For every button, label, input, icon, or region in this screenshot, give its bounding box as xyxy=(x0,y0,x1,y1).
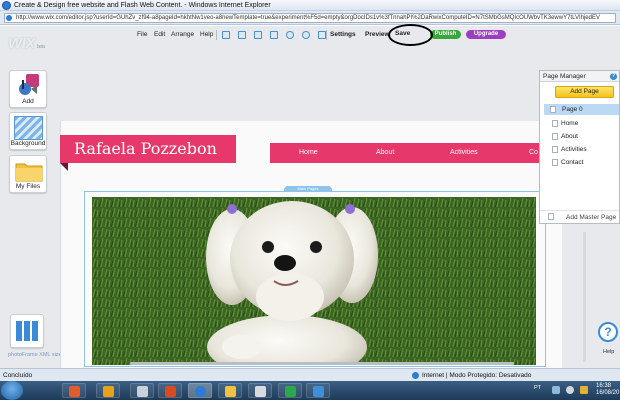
menu-arrange[interactable]: Arrange xyxy=(171,30,194,40)
zoom-in-icon[interactable] xyxy=(286,31,294,39)
site-title[interactable]: Rafaela Pozzebon xyxy=(60,135,236,163)
zoom-out-icon[interactable] xyxy=(302,31,310,39)
taskbar-app[interactable] xyxy=(62,383,86,398)
window-title-bar: Create & Design free website and Flash W… xyxy=(0,0,620,11)
menu-help[interactable]: Help xyxy=(200,30,213,40)
address-bar: http://www.wix.com/editor.jsp?userId=GUh… xyxy=(0,11,620,25)
vertical-scrollbar[interactable] xyxy=(583,232,586,362)
page-icon xyxy=(552,133,558,140)
page-icon xyxy=(552,159,558,166)
settings-button[interactable]: Settings xyxy=(330,30,356,40)
wix-logo: WIX beta xyxy=(8,35,45,52)
page-contact[interactable]: Contact xyxy=(561,158,583,168)
url-input[interactable]: http://www.wix.com/editor.jsp?userId=GUh… xyxy=(4,13,616,23)
app-icon xyxy=(165,386,176,397)
ie-icon xyxy=(195,386,206,397)
taskbar-app[interactable] xyxy=(306,383,330,398)
taskbar-app-ie[interactable] xyxy=(188,383,212,398)
taskbar-app[interactable] xyxy=(158,383,182,398)
horizontal-scrollbar[interactable] xyxy=(130,362,514,365)
toolbar-divider xyxy=(326,30,327,40)
distribute-icon[interactable] xyxy=(238,31,246,39)
network-icon[interactable] xyxy=(552,386,560,394)
publish-button[interactable]: Publish xyxy=(430,30,461,39)
page-icon xyxy=(552,146,558,153)
dog-photo[interactable] xyxy=(92,197,536,365)
page-about[interactable]: About xyxy=(561,132,578,142)
page-0-label[interactable]: Page 0 xyxy=(562,105,583,115)
taskbar-app[interactable] xyxy=(96,383,120,398)
app-icon xyxy=(313,386,324,397)
app-icon xyxy=(69,386,80,397)
system-clock[interactable]: 16:38 16/08/20 xyxy=(596,383,619,397)
background-pattern-icon xyxy=(14,116,43,140)
help-widget-icon[interactable]: ? xyxy=(598,322,618,342)
title-ribbon-fold xyxy=(60,163,68,171)
page-icon xyxy=(550,106,556,113)
app-grid-button[interactable] xyxy=(10,314,44,348)
toolbar-divider xyxy=(216,30,217,40)
site-favicon-icon xyxy=(6,15,12,21)
nav-contact[interactable]: Co xyxy=(529,143,538,163)
page-home[interactable]: Home xyxy=(561,119,578,129)
page-activities[interactable]: Activities xyxy=(561,145,587,155)
dog-photo-image xyxy=(92,197,536,365)
browser-status-bar: Concluído Internet | Modo Protegido: Des… xyxy=(0,368,620,381)
ie-icon xyxy=(2,1,11,10)
tray-app-icon[interactable] xyxy=(580,386,588,394)
folder-icon xyxy=(225,386,236,397)
taskbar-app[interactable] xyxy=(248,383,272,398)
status-text: Concluído xyxy=(3,372,33,379)
nav-home[interactable]: Home xyxy=(299,143,318,163)
page-icon xyxy=(552,120,558,127)
menu-file[interactable]: File xyxy=(137,30,147,40)
my-files-label: My Files xyxy=(15,183,41,190)
help-icon[interactable]: ? xyxy=(610,73,617,80)
volume-icon[interactable] xyxy=(566,386,574,394)
arrange-icon[interactable] xyxy=(270,31,278,39)
taskbar-app[interactable] xyxy=(130,383,154,398)
app-icon xyxy=(255,386,266,397)
window-title: Create & Design free website and Flash W… xyxy=(14,2,271,9)
grid-icon[interactable] xyxy=(318,31,326,39)
clock-date: 16/08/20 xyxy=(596,390,620,396)
page-manager-title: Page Manager xyxy=(540,71,619,82)
start-button[interactable] xyxy=(1,381,23,400)
nav-about[interactable]: About xyxy=(376,143,394,163)
clock-time: 16:38 xyxy=(596,383,612,389)
nav-activities[interactable]: Activities xyxy=(450,143,478,163)
save-highlight-circle xyxy=(388,24,433,46)
background-button[interactable]: Background xyxy=(9,112,47,150)
my-files-button[interactable]: My Files xyxy=(9,155,47,193)
taskbar-app[interactable] xyxy=(218,383,242,398)
resize-icon[interactable] xyxy=(254,31,262,39)
add-label: Add xyxy=(22,98,34,105)
background-label: Background xyxy=(10,140,46,147)
add-button[interactable]: Add xyxy=(9,70,47,108)
site-nav[interactable]: Home About Activities Co xyxy=(270,143,560,163)
grid-apps-icon xyxy=(16,321,38,341)
page-manager-panel: Page Manager ? Add Page Page 0 Home Abou… xyxy=(539,70,620,224)
app-icon xyxy=(103,386,114,397)
app-icon xyxy=(285,386,296,397)
input-language[interactable]: PT xyxy=(534,385,541,391)
add-media-icon xyxy=(19,74,39,95)
wix-logo-suffix: beta xyxy=(36,44,45,50)
security-zone-text: Internet | Modo Protegido: Desativado xyxy=(422,372,532,379)
menu-edit[interactable]: Edit xyxy=(154,30,165,40)
upgrade-button[interactable]: Upgrade xyxy=(466,30,506,39)
taskbar-app[interactable] xyxy=(278,383,302,398)
help-widget-label: Help xyxy=(603,349,615,355)
add-page-button[interactable]: Add Page xyxy=(555,86,614,98)
add-master-page-button[interactable]: Add Master Page xyxy=(540,210,619,224)
editor-toolbar: File Edit Arrange Help Settings Preview … xyxy=(130,29,522,41)
folder-icon xyxy=(15,163,43,182)
align-icon[interactable] xyxy=(222,31,230,39)
windows-taskbar xyxy=(0,381,620,400)
preview-button[interactable]: Preview xyxy=(365,30,390,40)
app-icon xyxy=(137,386,148,397)
internet-zone-icon xyxy=(412,372,419,379)
wix-logo-text: WIX xyxy=(8,35,35,52)
